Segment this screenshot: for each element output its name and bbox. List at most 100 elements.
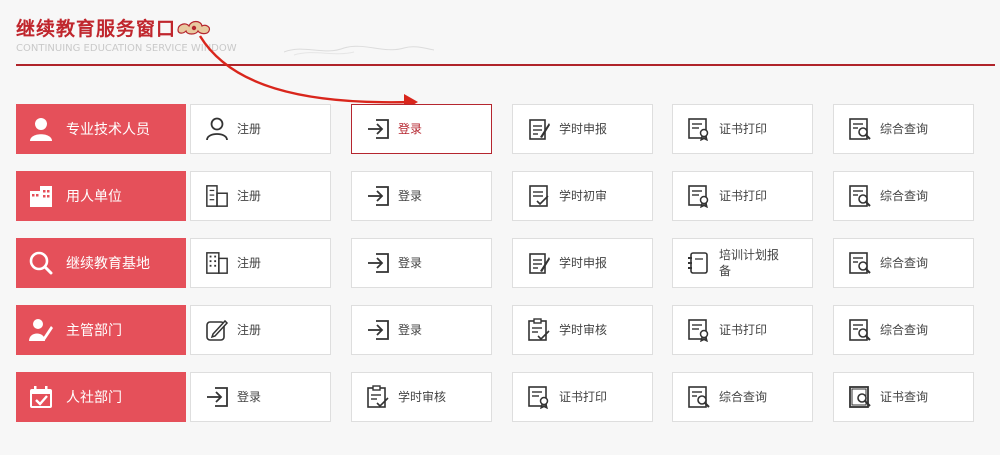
auspicious-cloud-icon: [177, 20, 211, 35]
certificate-icon: [687, 183, 711, 209]
service-button-label: 学时初审: [559, 189, 608, 203]
service-button-label: 注册: [237, 189, 262, 203]
category-5[interactable]: 人社部门: [16, 372, 186, 422]
service-button-label: 登录: [398, 256, 423, 270]
service-button[interactable]: 登录: [190, 372, 331, 422]
calendar-check-icon: [28, 384, 54, 410]
service-button[interactable]: 注册: [190, 171, 331, 221]
manager-icon: [28, 317, 54, 343]
category-3[interactable]: 继续教育基地: [16, 238, 186, 288]
page-title: 继续教育服务窗口: [16, 18, 177, 40]
category-2[interactable]: 用人单位: [16, 171, 186, 221]
service-button[interactable]: 学时申报: [512, 104, 653, 154]
service-button-label: 综合查询: [880, 122, 929, 136]
service-button-label: 注册: [237, 256, 262, 270]
certificate-icon: [687, 317, 711, 343]
service-button[interactable]: 证书打印: [672, 104, 813, 154]
service-button[interactable]: 综合查询: [672, 372, 813, 422]
service-row: 继续教育基地 注册 登录 学时申报 培训计划报备 综合查询: [16, 238, 986, 288]
service-button-label: 登录: [237, 390, 262, 404]
service-button-label: 证书查询: [880, 390, 929, 404]
service-button[interactable]: 登录: [351, 238, 492, 288]
service-button[interactable]: 学时申报: [512, 238, 653, 288]
certificate-icon: [527, 384, 551, 410]
service-button[interactable]: 登录: [351, 104, 492, 154]
service-button[interactable]: 登录: [351, 171, 492, 221]
service-button-label: 综合查询: [880, 323, 929, 337]
service-button-label: 学时申报: [559, 122, 608, 136]
service-button[interactable]: 注册: [190, 104, 331, 154]
service-button-label: 学时审核: [559, 323, 608, 337]
page-header: 继续教育服务窗口 CONTINUING EDUCATION SERVICE WI…: [16, 10, 996, 66]
service-button-label: 注册: [237, 122, 262, 136]
service-button[interactable]: 注册: [190, 305, 331, 355]
service-button-label: 证书打印: [559, 390, 608, 404]
login-arrow-icon: [205, 384, 229, 410]
service-button[interactable]: 综合查询: [833, 104, 974, 154]
pencil-box-icon: [205, 317, 229, 343]
building-icon: [28, 183, 54, 209]
service-button[interactable]: 注册: [190, 238, 331, 288]
service-button-label: 证书打印: [719, 189, 768, 203]
search-document-icon: [848, 317, 872, 343]
service-button-label: 学时审核: [398, 390, 447, 404]
service-button[interactable]: 综合查询: [833, 238, 974, 288]
tall-building-icon: [205, 250, 229, 276]
building-outline-icon: [205, 183, 229, 209]
service-button[interactable]: 学时审核: [351, 372, 492, 422]
service-button[interactable]: 登录: [351, 305, 492, 355]
person-icon: [28, 116, 54, 142]
login-arrow-icon: [366, 116, 390, 142]
login-arrow-icon: [366, 317, 390, 343]
service-button-label: 综合查询: [880, 256, 929, 270]
service-row: 人社部门 登录 学时审核 证书打印 综合查询 证书查询: [16, 372, 986, 422]
service-button[interactable]: 证书打印: [672, 305, 813, 355]
search-document-icon: [848, 250, 872, 276]
service-button[interactable]: 学时初审: [512, 171, 653, 221]
service-button-label: 综合查询: [880, 189, 929, 203]
service-button[interactable]: 学时审核: [512, 305, 653, 355]
planner-icon: [687, 250, 711, 276]
service-button[interactable]: 证书打印: [512, 372, 653, 422]
category-label: 人社部门: [66, 390, 122, 406]
service-button-label: 登录: [398, 323, 423, 337]
service-button-label: 登录: [398, 189, 423, 203]
service-row: 主管部门 注册 登录 学时审核 证书打印 综合查询: [16, 305, 986, 355]
service-button-label: 综合查询: [719, 390, 768, 404]
review-document-icon: [527, 317, 551, 343]
checklist-icon: [527, 183, 551, 209]
service-button[interactable]: 证书查询: [833, 372, 974, 422]
service-button-label: 证书打印: [719, 122, 768, 136]
login-arrow-icon: [366, 250, 390, 276]
service-button[interactable]: 综合查询: [833, 171, 974, 221]
category-label: 专业技术人员: [66, 122, 150, 138]
service-button[interactable]: 证书打印: [672, 171, 813, 221]
service-button-label: 注册: [237, 323, 262, 337]
login-arrow-icon: [366, 183, 390, 209]
category-label: 用人单位: [66, 189, 122, 205]
page-subtitle: CONTINUING EDUCATION SERVICE WINDOW: [16, 43, 237, 54]
service-row: 专业技术人员 注册 登录 学时申报 证书打印 综合查询: [16, 104, 986, 154]
category-label: 主管部门: [66, 323, 122, 339]
certificate-icon: [687, 116, 711, 142]
service-button-label: 证书打印: [719, 323, 768, 337]
certificate-search-icon: [848, 384, 872, 410]
service-button[interactable]: 培训计划报备: [672, 238, 813, 288]
search-document-icon: [848, 116, 872, 142]
service-button[interactable]: 综合查询: [833, 305, 974, 355]
service-button-label: 培训计划报备: [719, 248, 780, 278]
user-outline-icon: [205, 116, 229, 142]
search-icon: [28, 250, 54, 276]
search-document-icon: [687, 384, 711, 410]
service-row: 用人单位 注册 登录 学时初审 证书打印 综合查询: [16, 171, 986, 221]
category-4[interactable]: 主管部门: [16, 305, 186, 355]
category-1[interactable]: 专业技术人员: [16, 104, 186, 154]
review-document-icon: [366, 384, 390, 410]
decorative-wave-icon: [284, 45, 434, 56]
category-label: 继续教育基地: [66, 256, 150, 272]
header-divider: [16, 64, 995, 66]
service-button-label: 登录: [398, 122, 423, 136]
edit-document-icon: [527, 250, 551, 276]
edit-document-icon: [527, 116, 551, 142]
search-document-icon: [848, 183, 872, 209]
